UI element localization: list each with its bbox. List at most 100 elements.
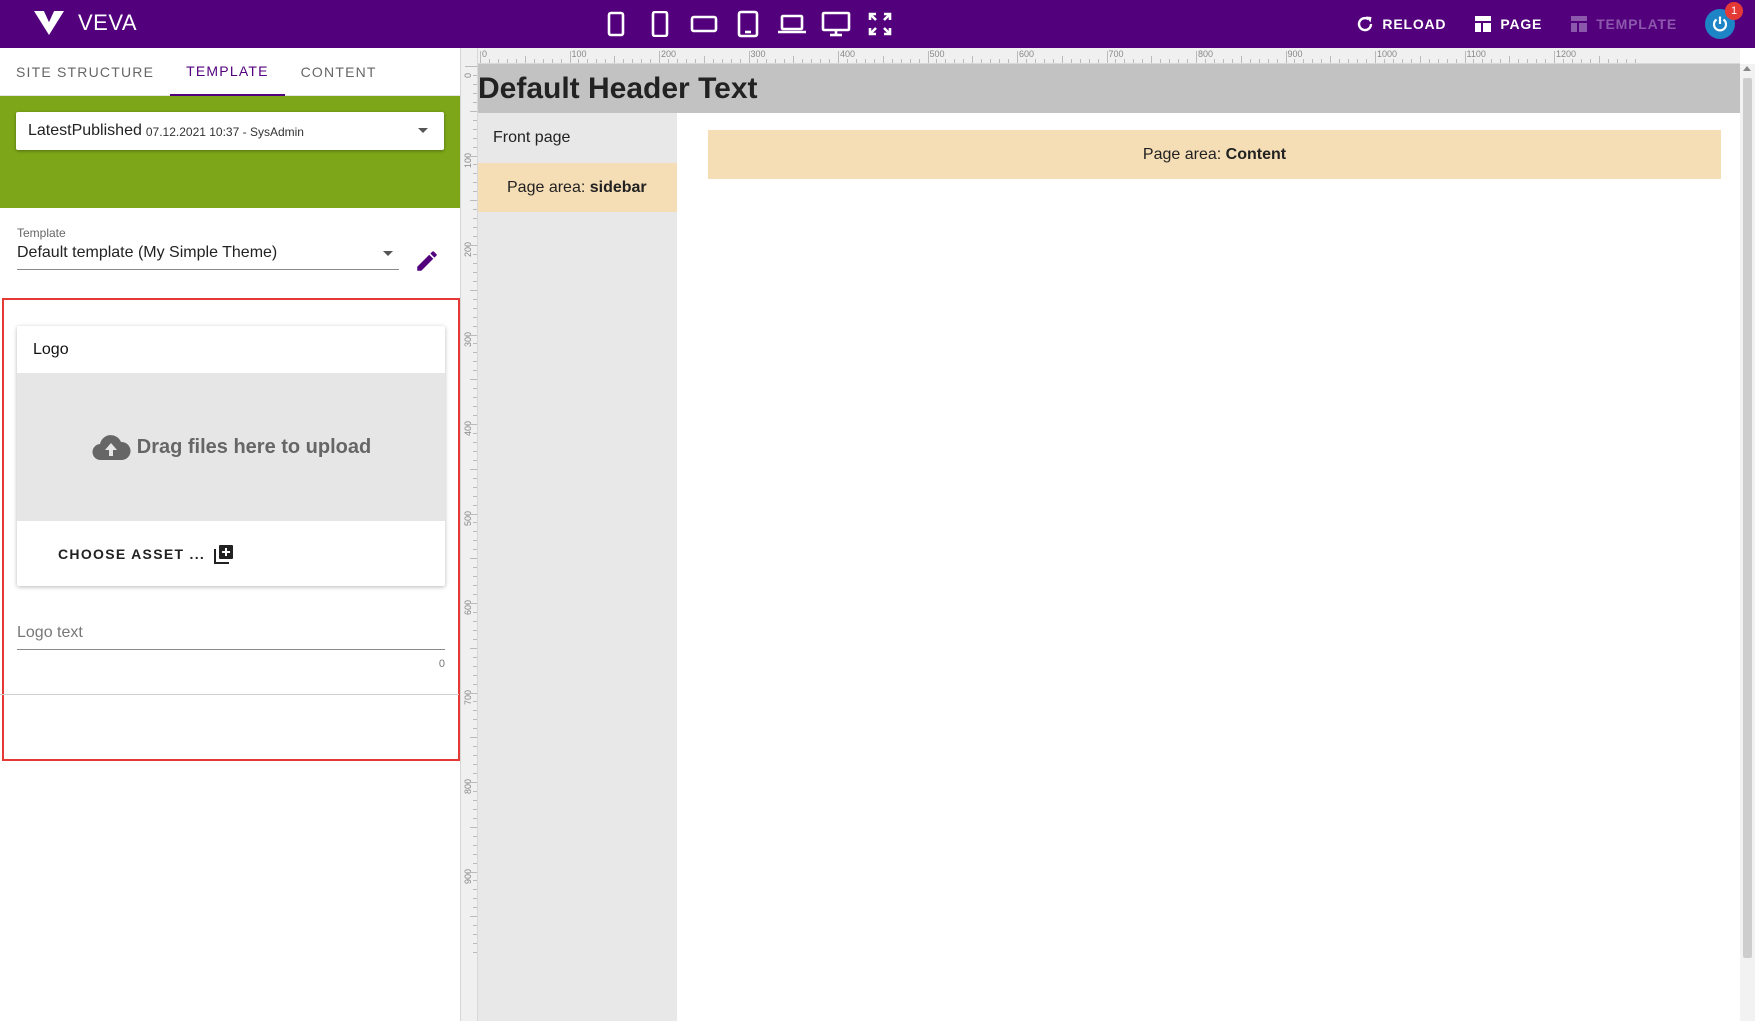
ruler-tick [918, 59, 920, 63]
reload-label: RELOAD [1382, 16, 1447, 32]
ruler-label: 500 [929, 49, 945, 59]
ruler-tick [473, 880, 477, 882]
ruler-tick [1366, 59, 1368, 63]
ruler-tick [1473, 59, 1475, 63]
ruler-tick [473, 343, 477, 345]
ruler-tick [623, 59, 625, 63]
preview-header: Default Header Text [478, 64, 1740, 113]
notification-badge: 1 [1725, 2, 1743, 20]
ruler-tick [1061, 56, 1063, 63]
device-tablet-button[interactable] [732, 8, 764, 40]
tab-content[interactable]: CONTENT [285, 48, 393, 96]
logo-text-input[interactable] [17, 616, 445, 650]
ruler-tick [1169, 59, 1171, 63]
tab-site-structure[interactable]: SITE STRUCTURE [0, 48, 170, 96]
device-fullscreen-button[interactable] [864, 8, 896, 40]
ruler-tick [999, 59, 1001, 63]
scroll-up-icon[interactable] [1743, 66, 1751, 71]
ruler-label: 800 [1198, 49, 1214, 59]
ruler-tick [1034, 59, 1036, 63]
ruler-tick [891, 59, 893, 63]
ruler-tick [1133, 59, 1135, 63]
ruler-tick [882, 56, 884, 63]
device-phone-tall-button[interactable] [644, 8, 676, 40]
ruler-tick [524, 56, 526, 63]
ruler-tick [1554, 51, 1555, 63]
device-phone-landscape-button[interactable] [688, 8, 720, 40]
preview-scrollbar[interactable] [1740, 64, 1755, 1021]
ruler-tick [667, 59, 669, 63]
ruler-tick [473, 316, 477, 318]
ruler-tick [685, 59, 687, 63]
page-area-sidebar-name: sidebar [589, 179, 647, 196]
ruler-tick [1616, 59, 1618, 63]
brand[interactable]: VEVA [34, 10, 137, 36]
ruler-tick [605, 59, 607, 63]
cloud-upload-icon [92, 435, 131, 461]
ruler-tick [473, 459, 477, 461]
ruler-tick [766, 59, 768, 63]
version-label: LatestPublished [28, 122, 142, 139]
ruler-tick [927, 51, 929, 63]
tab-template[interactable]: TEMPLATE [170, 48, 285, 96]
ruler-tick [1196, 51, 1197, 63]
scrollbar-thumb[interactable] [1743, 78, 1752, 958]
ruler-tick [473, 710, 477, 712]
ruler-label: 1100 [1466, 49, 1486, 59]
device-desktop-button[interactable] [820, 8, 852, 40]
ruler-label: 200 [661, 49, 677, 59]
ruler-tick [473, 74, 477, 76]
page-area-content[interactable]: Page area: Content [708, 130, 1721, 179]
preview-front-page-link[interactable]: Front page [478, 113, 677, 163]
ruler-label: 400 [840, 49, 856, 59]
ruler-tick [488, 59, 490, 63]
horizontal-ruler: 0 100 200 300 400 500 600 700 800 900 1000 1100 1200 [478, 48, 1740, 64]
power-button[interactable]: 1 [1705, 2, 1743, 39]
ruler-tick [712, 59, 714, 63]
version-select[interactable]: LatestPublished 07.12.2021 10:37 - SysAd… [16, 112, 444, 150]
left-panel-tabs: SITE STRUCTURE TEMPLATE CONTENT [0, 48, 460, 96]
choose-asset-label: CHOOSE ASSET ... [58, 545, 206, 562]
ruler-tick [1491, 59, 1493, 63]
template-mode-button[interactable]: TEMPLATE [1570, 15, 1677, 33]
ruler-tick [1625, 59, 1627, 63]
ruler-tick [473, 799, 477, 801]
ruler-tick [473, 755, 477, 757]
upload-dropzone[interactable]: Drag files here to upload [17, 373, 445, 521]
ruler-tick [542, 59, 544, 63]
ruler-tick [1428, 59, 1430, 63]
ruler-tick [811, 59, 813, 63]
logo-card-title: Logo [33, 341, 69, 358]
ruler-tick [473, 236, 477, 238]
template-select[interactable]: Default template (My Simple Theme) [17, 240, 399, 270]
reload-button[interactable]: RELOAD [1356, 15, 1446, 33]
page-area-sidebar[interactable]: Page area: sidebar [478, 163, 677, 212]
ruler-tick [1634, 59, 1636, 63]
add-to-library-icon [214, 544, 234, 564]
ruler-tick [506, 59, 508, 63]
ruler-tick [972, 56, 974, 63]
device-phone-portrait-button[interactable] [600, 8, 632, 40]
ruler-tick [473, 817, 477, 819]
ruler-tick [1357, 59, 1359, 63]
ruler-tick [465, 155, 477, 157]
ruler-tick [963, 59, 965, 63]
ruler-tick [1187, 59, 1189, 63]
ruler-tick [1008, 59, 1010, 63]
ruler-tick [900, 59, 902, 63]
template-field-caption: Template [17, 226, 66, 240]
ruler-tick [473, 620, 477, 622]
preview-sidebar: Front page Page area: sidebar [478, 113, 677, 1021]
choose-asset-button[interactable]: CHOOSE ASSET ... [58, 543, 235, 565]
device-laptop-button[interactable] [776, 8, 808, 40]
ruler-tick [473, 773, 477, 775]
device-preview-toolbar [600, 8, 908, 40]
edit-template-icon[interactable] [414, 248, 440, 274]
ruler-label: 1000 [1377, 49, 1398, 59]
ruler-tick [659, 51, 660, 63]
ruler-tick [721, 59, 723, 63]
ruler-tick [1330, 56, 1332, 63]
ruler-tick [473, 629, 477, 631]
ruler-tick [1142, 59, 1144, 63]
page-mode-button[interactable]: PAGE [1474, 15, 1542, 33]
